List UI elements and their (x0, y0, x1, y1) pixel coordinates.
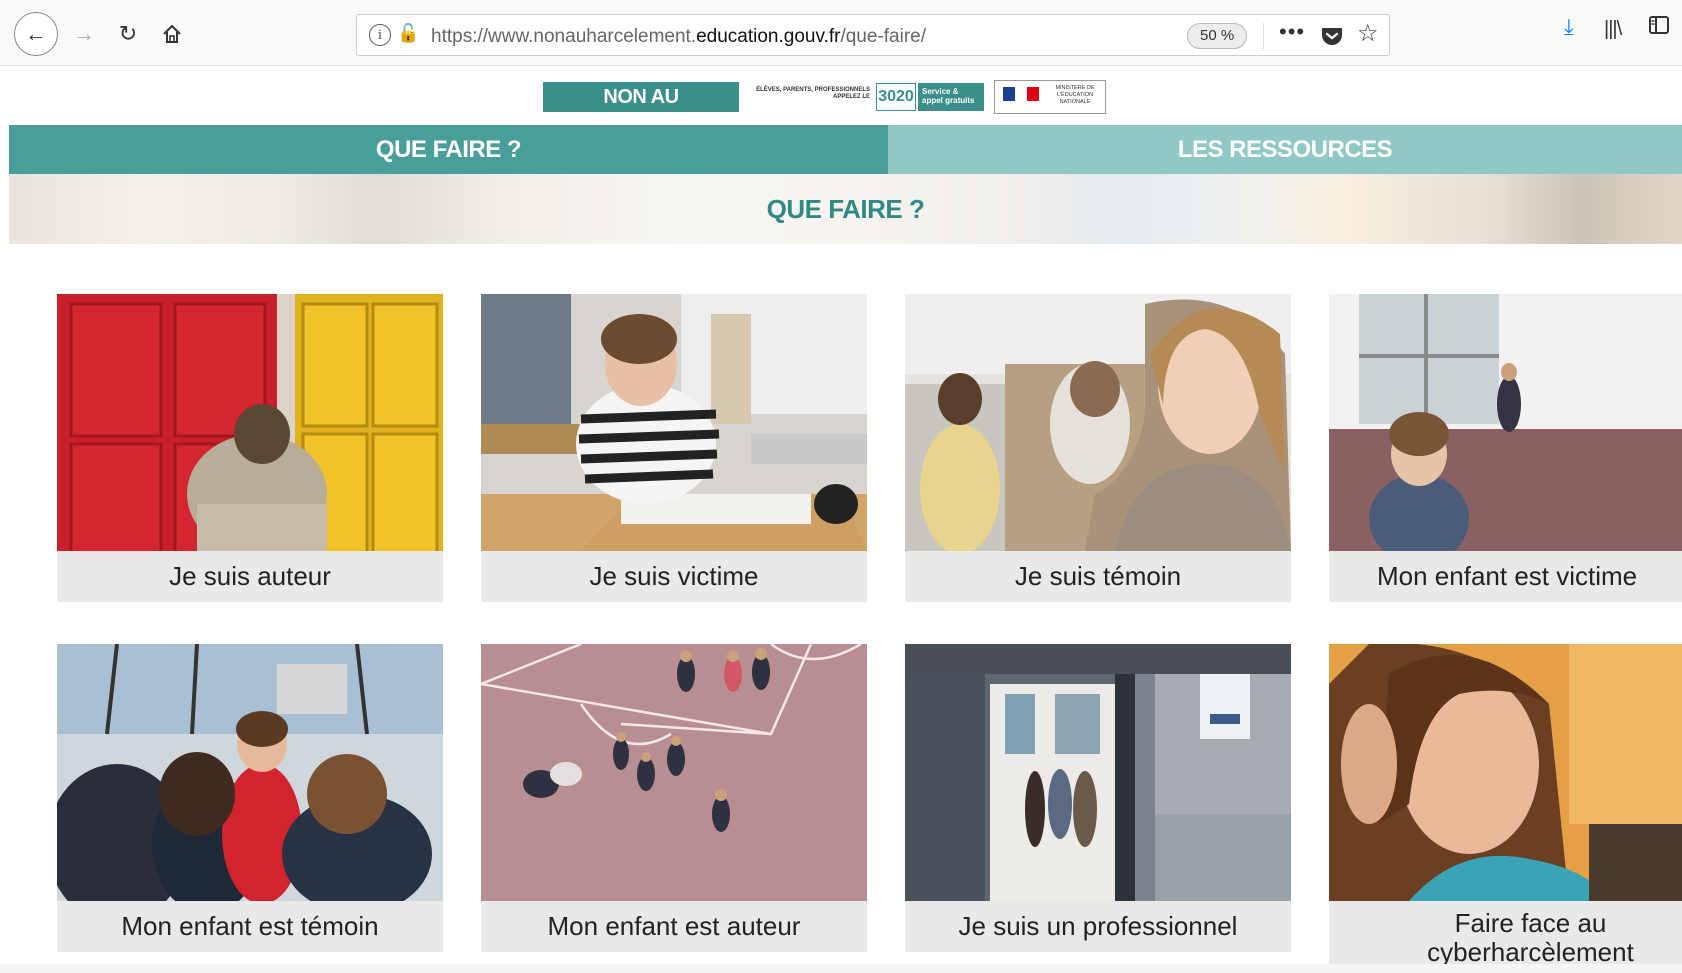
card-mon-enfant-est-temoin[interactable]: Mon enfant est témoin (57, 644, 443, 952)
url-text[interactable]: https://www.nonauharcelement.education.g… (431, 26, 926, 48)
french-flag-icon (1003, 87, 1039, 101)
address-bar[interactable]: i 🔓 https://www.nonauharcelement.educati… (356, 14, 1390, 56)
card-je-suis-victime[interactable]: Je suis victime (481, 294, 867, 602)
main-nav: QUE FAIRE ? LES RESSOURCES (9, 125, 1682, 174)
helpline-number: 3020 (876, 83, 916, 111)
library-icon[interactable]: |||\ (1604, 18, 1622, 41)
card-je-suis-un-professionnel[interactable]: Je suis un professionnel (905, 644, 1291, 952)
card-image (1329, 294, 1682, 551)
sidebar-icon[interactable] (1648, 14, 1670, 42)
card-image (57, 294, 443, 551)
card-faire-face-au-cyberharcelement[interactable]: Faire face au cyberharcèlement (1329, 644, 1682, 971)
forward-button[interactable]: → (62, 12, 106, 56)
card-image (1329, 644, 1682, 901)
card-image (481, 294, 867, 551)
card-image (481, 644, 867, 901)
zoom-level-button[interactable]: 50 % (1187, 23, 1248, 49)
card-image (905, 644, 1291, 901)
reload-icon: ↻ (118, 21, 138, 46)
card-image (905, 294, 1291, 551)
card-label[interactable]: Je suis témoin (905, 551, 1291, 602)
card-label[interactable]: Mon enfant est victime (1329, 551, 1682, 602)
page-bottom-edge (0, 964, 1682, 973)
page-banner: QUE FAIRE ? (9, 174, 1682, 244)
insecure-lock-icon[interactable]: 🔓 (397, 23, 419, 44)
tab-que-faire[interactable]: QUE FAIRE ? (9, 125, 888, 174)
card-je-suis-temoin[interactable]: Je suis témoin (905, 294, 1291, 602)
site-logo[interactable]: NON AU HARCÈLEMENT (543, 82, 739, 138)
info-icon[interactable]: i (369, 24, 391, 46)
card-label[interactable]: Je suis victime (481, 551, 867, 602)
url-divider (1263, 23, 1264, 49)
ministry-logo[interactable]: MINISTÈRE DE L'ÉDUCATION NATIONALE (994, 80, 1106, 114)
card-je-suis-auteur[interactable]: Je suis auteur (57, 294, 443, 602)
browser-toolbar: ← → ↻ i 🔓 https://www.nonauharcelement.e… (0, 0, 1682, 66)
service-badge: Service & appel gratuits (918, 83, 984, 111)
ministry-text: MINISTÈRE DE L'ÉDUCATION NATIONALE (1055, 85, 1095, 105)
reload-button[interactable]: ↻ (106, 12, 150, 56)
card-mon-enfant-est-auteur[interactable]: Mon enfant est auteur (481, 644, 867, 952)
card-mon-enfant-est-victime[interactable]: Mon enfant est victime (1329, 294, 1682, 602)
card-label[interactable]: Je suis un professionnel (905, 901, 1291, 952)
home-icon (163, 24, 181, 43)
pocket-icon[interactable] (1319, 23, 1345, 49)
page-title: QUE FAIRE ? (766, 193, 925, 224)
downloads-icon[interactable]: ⤓ (1564, 14, 1574, 40)
tab-les-ressources[interactable]: LES RESSOURCES (888, 125, 1682, 174)
card-label[interactable]: Mon enfant est témoin (57, 901, 443, 952)
logo-subtext: ÉLÈVES, PARENTS, PROFESSIONNELS APPELEZ … (756, 87, 870, 100)
card-label[interactable]: Faire face au cyberharcèlement (1329, 901, 1682, 971)
card-label[interactable]: Mon enfant est auteur (481, 901, 867, 952)
arrow-left-icon: ← (25, 21, 47, 46)
bookmark-star-icon[interactable]: ☆ (1357, 19, 1379, 48)
arrow-right-icon: → (73, 21, 95, 46)
home-button[interactable] (150, 12, 194, 56)
card-label[interactable]: Je suis auteur (57, 551, 443, 602)
page-actions-icon[interactable]: ••• (1279, 19, 1305, 45)
card-image (57, 644, 443, 901)
back-button[interactable]: ← (14, 12, 58, 56)
